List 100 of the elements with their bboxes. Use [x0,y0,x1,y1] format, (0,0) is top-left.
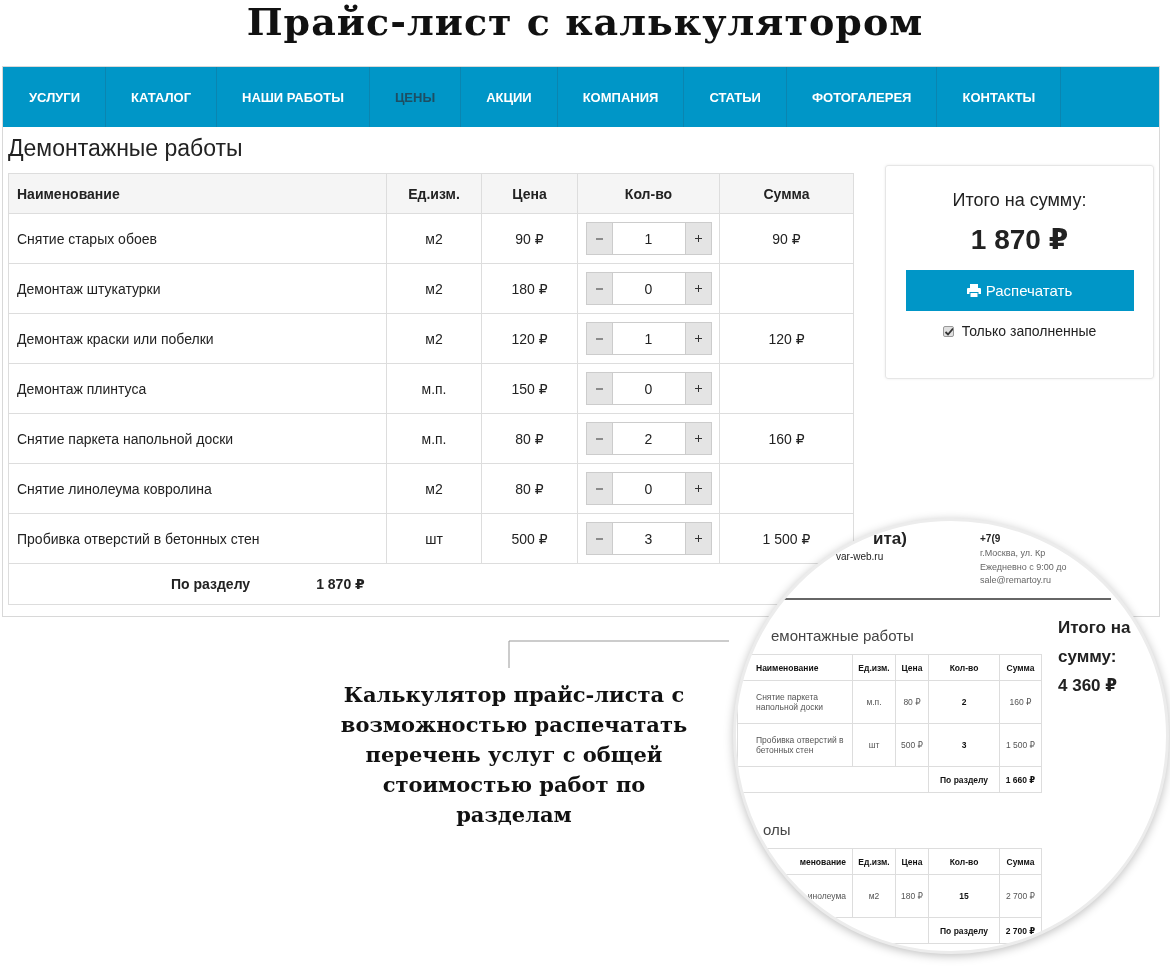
column-header: Ед.изм. [852,848,896,875]
table-cell: 80 ₽ [481,463,578,514]
table-cell: 3 [928,723,1000,767]
plus-icon [694,484,702,493]
table-cell: м2 [386,463,482,514]
table-cell: м2 [386,263,482,314]
phone-number: +7(9 [980,533,1001,544]
subtotal-label: По разделу [928,766,1000,793]
quantity-field[interactable]: 0 [611,373,686,404]
decrement-button[interactable] [586,323,612,354]
total-label: сумму: [1058,646,1118,668]
subtotal-label: По разделу [171,576,251,592]
table-cell: 160 ₽ [999,680,1042,724]
decrement-button[interactable] [586,273,612,304]
table-cell: 500 ₽ [895,723,929,767]
site-address: var-web.ru [836,551,884,562]
table-cell: Демонтаж краски или побелки [8,313,387,364]
check-icon [943,326,953,336]
table-cell: 180 ₽ [895,874,929,918]
quantity-field[interactable]: 0 [611,273,686,304]
table-cell: 180 ₽ [481,263,578,314]
caption-text: Калькулятор прайс-листа с возможностью распечатать перечень услуг с общей стоимостью работ по разделам [339,681,689,829]
printer-icon [966,284,981,297]
decrement-button[interactable] [586,523,612,554]
subtotal-label: По разделу [928,917,1000,944]
page-title: Прайс-лист с калькулятором [245,0,925,46]
decrement-button[interactable] [586,223,612,254]
plus-icon [694,384,702,393]
decrement-button[interactable] [586,423,612,454]
section-heading: Демонтажные работы [8,134,244,163]
increment-button[interactable] [685,373,711,404]
column-header: Кол-во [928,848,1000,875]
table-cell: Снятие паркета напольной доски [737,680,853,724]
quantity-field[interactable]: 3 [611,523,686,554]
column-header: Сумма [719,173,854,214]
section-heading: олы [762,820,792,840]
table-cell: 80 ₽ [481,413,578,464]
column-header: Ед.изм. [852,654,896,681]
table-cell: м.п. [852,680,896,724]
table-cell: Снятие паркета напольной доски [8,413,387,464]
table-cell: 1 500 ₽ [999,723,1042,767]
increment-button[interactable] [685,473,711,504]
table-cell: Пробивка отверстий в бетонных стен [737,723,853,767]
quantity-stepper[interactable]: 1 [585,322,712,355]
quantity-field[interactable]: 1 [611,223,686,254]
table-cell: 90 ₽ [481,213,578,264]
table-cell: 15 [928,874,1000,918]
table-cell: Демонтаж штукатурки [8,263,387,314]
column-header: Сумма [999,848,1042,875]
quantity-field[interactable]: 2 [611,423,686,454]
header-text: ита) [873,529,907,549]
increment-button[interactable] [685,523,711,554]
increment-button[interactable] [685,273,711,304]
column-header: Цена [895,654,929,681]
table-cell: шт [852,723,896,767]
quantity-stepper[interactable]: 0 [585,472,712,505]
column-header: Сумма [999,654,1042,681]
table-cell: м.п. [386,363,482,414]
subtotal-value: 1 660 ₽ [999,766,1042,793]
contact-line: sale@remartoy.ru [980,574,1052,587]
table-cell: Снятие старых обоев [8,213,387,264]
column-header: Цена [481,173,578,214]
decrement-button[interactable] [586,373,612,404]
table-cell: 2 [928,680,1000,724]
table-cell: 120 ₽ [719,313,854,364]
checkbox[interactable] [942,325,954,337]
table-cell: м2 [386,313,482,364]
quantity-stepper[interactable]: 0 [585,272,712,305]
quantity-stepper[interactable]: 0 [585,372,712,405]
total-value: 4 360 ₽ [1058,675,1119,697]
plus-icon [694,284,702,293]
column-header: Наименование [8,173,387,214]
table-cell: 500 ₽ [481,513,578,564]
decrement-button[interactable] [586,473,612,504]
table-cell: 150 ₽ [481,363,578,414]
table-cell: м2 [852,874,896,918]
column-header: Цена [895,848,929,875]
total-label: Итого на сумму: [952,190,1087,211]
increment-button[interactable] [685,423,711,454]
quantity-stepper[interactable]: 3 [585,522,712,555]
plus-icon [694,334,702,343]
total-label: Итого на [1058,617,1131,639]
quantity-field[interactable]: 0 [611,473,686,504]
plus-icon [694,534,702,543]
section-heading: емонтажные работы [770,626,915,646]
quantity-stepper[interactable]: 1 [585,222,712,255]
column-header: Ед.изм. [386,173,482,214]
table-cell: м2 [386,213,482,264]
quantity-field[interactable]: 1 [611,323,686,354]
increment-button[interactable] [685,323,711,354]
quantity-stepper[interactable]: 2 [585,422,712,455]
subtotal-value: 2 700 ₽ [999,917,1042,944]
table-cell: 2 700 ₽ [999,874,1042,918]
checkbox-label: Только заполненные [961,323,1097,339]
table-cell: м.п. [386,413,482,464]
table-cell: Пробивка отверстий в бетонных стен [8,513,387,564]
subtotal-value: 1 870 ₽ [316,576,365,592]
contact-line: Ежедневно с 9:00 до [980,560,1067,574]
increment-button[interactable] [685,223,711,254]
table-cell: Снятие линолеума ковролина [8,463,387,514]
